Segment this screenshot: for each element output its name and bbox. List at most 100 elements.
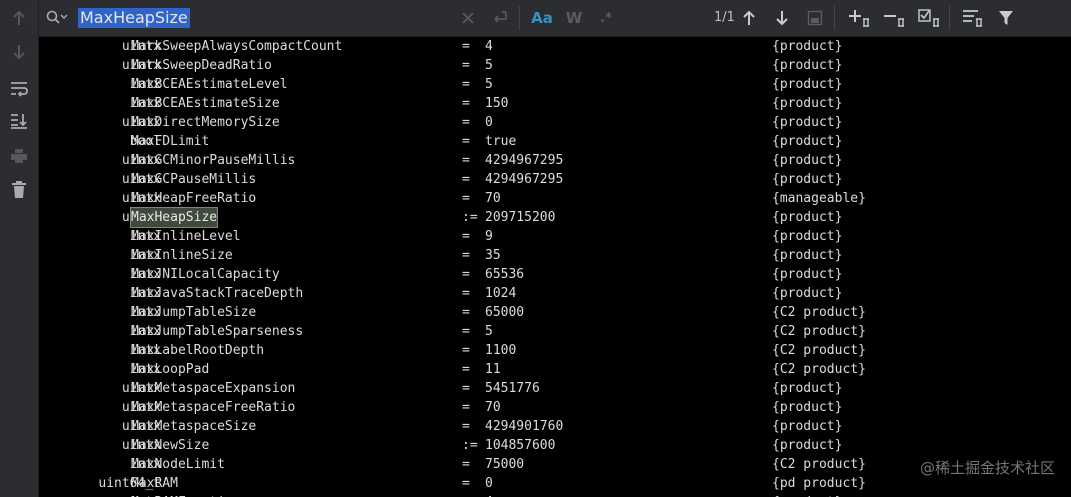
assign-operator: =	[462, 267, 470, 282]
match-case-toggle[interactable]: Aa	[529, 8, 555, 28]
flag-value: 75000	[485, 457, 525, 472]
search-input[interactable]: MaxHeapSize	[78, 8, 190, 28]
flag-kind: {manageable}	[772, 191, 866, 206]
console-line: uintx MaxGCPauseMillis = 4294967295 {product…	[39, 170, 1071, 189]
select-all-occurrences-icon[interactable]	[805, 8, 825, 28]
flag-value: 209715200	[485, 210, 556, 225]
flag-name: MaxRAMFraction	[131, 493, 241, 497]
add-occurrence-icon[interactable]	[847, 8, 871, 28]
assign-operator: =	[462, 229, 470, 244]
console-output[interactable]: uintx MarkSweepAlwaysCompactCount = 4 {produ…	[39, 37, 1071, 497]
flag-kind: {product}	[772, 115, 843, 130]
assign-operator: =	[462, 286, 470, 301]
console-toolbar	[0, 0, 39, 497]
flag-kind: {product}	[772, 77, 843, 92]
remove-occurrence-icon[interactable]	[882, 8, 906, 28]
new-line-icon[interactable]	[489, 8, 511, 28]
next-occurrence-icon[interactable]	[772, 8, 792, 28]
previous-occurrence-icon[interactable]	[739, 8, 759, 28]
match-count: 1/1	[714, 10, 735, 25]
flag-value: 4294967295	[485, 172, 564, 187]
assign-operator: =	[462, 324, 470, 339]
console-line: uintx MaxMetaspaceFreeRatio = 70 {product}	[39, 398, 1071, 417]
flag-kind: {product}	[772, 381, 843, 396]
flag-value: true	[485, 134, 517, 149]
console-line: uintx MaxNewSize:= 104857600 {product}	[39, 436, 1071, 455]
console-line: uint64_t MaxRAM = 0 {pd product}	[39, 474, 1071, 493]
flag-name: MaxMetaspaceFreeRatio	[131, 400, 296, 415]
find-bar: MaxHeapSize Aa W .* 1/1	[39, 0, 1071, 37]
assign-operator: =	[462, 305, 470, 320]
assign-operator: :=	[462, 438, 478, 453]
scroll-to-end-icon[interactable]	[9, 111, 29, 131]
console-line: intx MaxJNILocalCapacity = 65536 {product}	[39, 265, 1071, 284]
filter-lines-icon[interactable]	[961, 8, 985, 28]
flag-value: 11	[485, 362, 501, 377]
trash-icon[interactable]	[9, 179, 29, 199]
flag-kind: {C2 product}	[772, 343, 866, 358]
flag-name: MaxFDLimit	[131, 134, 210, 149]
assign-operator: =	[462, 248, 470, 263]
flag-value: 5	[485, 77, 493, 92]
separator	[949, 6, 950, 30]
clear-search-icon[interactable]	[458, 8, 478, 28]
console-line: intx MaxInlineSize = 35 {product}	[39, 246, 1071, 265]
console-line: intx MaxLabelRootDepth = 1100 {C2 product}	[39, 341, 1071, 360]
flag-kind: {C2 product}	[772, 305, 866, 320]
separator	[834, 6, 835, 30]
flag-name: MaxJavaStackTraceDepth	[131, 286, 304, 301]
assign-operator: =	[462, 457, 470, 472]
flag-name: MaxNodeLimit	[131, 457, 225, 472]
flag-name: MaxGCPauseMillis	[131, 172, 257, 187]
assign-operator: =	[462, 493, 470, 497]
console-line: intx MaxJumpTableSize = 65000 {C2 product}	[39, 303, 1071, 322]
flag-value: 65536	[485, 267, 525, 282]
flag-name: MarkSweepAlwaysCompactCount	[131, 39, 343, 54]
regex-toggle[interactable]: .*	[595, 8, 617, 28]
flag-value: 5451776	[485, 381, 540, 396]
flag-name: MaxHeapFreeRatio	[131, 191, 257, 206]
console-line: intx MaxBCEAEstimateSize = 150 {product}	[39, 94, 1071, 113]
soft-wrap-icon[interactable]	[9, 79, 29, 99]
assign-operator: :=	[462, 210, 478, 225]
flag-name: MaxHeapSize	[129, 207, 219, 228]
flag-value: 35	[485, 248, 501, 263]
flag-value: 104857600	[485, 438, 556, 453]
assign-operator: =	[462, 134, 470, 149]
console-line: uintx MaxGCMinorPauseMillis = 4294967295 {pr…	[39, 151, 1071, 170]
flag-name: MaxDirectMemorySize	[131, 115, 280, 130]
flag-value: 65000	[485, 305, 525, 320]
search-history-icon[interactable]	[45, 8, 69, 28]
flag-name: MaxBCEAEstimateLevel	[131, 77, 288, 92]
flag-kind: {product}	[772, 286, 843, 301]
flag-value: 70	[485, 400, 501, 415]
arrow-down-icon[interactable]	[9, 42, 29, 62]
flag-name: MaxInlineSize	[131, 248, 233, 263]
flag-kind: {product}	[772, 58, 843, 73]
select-all-matches-icon[interactable]	[917, 8, 941, 28]
console-line: uintx MaxHeapFreeRatio = 70 {manageable}	[39, 189, 1071, 208]
flag-value: 4	[485, 493, 493, 497]
flag-kind: {product}	[772, 248, 843, 263]
assign-operator: =	[462, 153, 470, 168]
flag-name: MaxMetaspaceSize	[131, 419, 257, 434]
flag-kind: {product}	[772, 400, 843, 415]
arrow-up-icon[interactable]	[9, 8, 29, 28]
flag-value: 1024	[485, 286, 517, 301]
flag-value: 9	[485, 229, 493, 244]
watermark: @稀土掘金技术社区	[919, 459, 1055, 477]
separator	[519, 6, 520, 30]
flag-value: 0	[485, 115, 493, 130]
flag-kind: {product}	[772, 210, 843, 225]
console-line: bool MaxFDLimit = true {product}	[39, 132, 1071, 151]
assign-operator: =	[462, 172, 470, 187]
filter-icon[interactable]	[995, 8, 1017, 28]
print-icon[interactable]	[9, 146, 29, 166]
console-line: intx MaxNodeLimit = 75000 {C2 product}	[39, 455, 1071, 474]
assign-operator: =	[462, 400, 470, 415]
flag-kind: {product}	[772, 134, 843, 149]
flag-kind: {pd product}	[772, 476, 866, 491]
console-line: uintx MarkSweepAlwaysCompactCount = 4 {produ…	[39, 37, 1071, 56]
flag-value: 4294967295	[485, 153, 564, 168]
whole-words-toggle[interactable]: W	[563, 8, 585, 28]
